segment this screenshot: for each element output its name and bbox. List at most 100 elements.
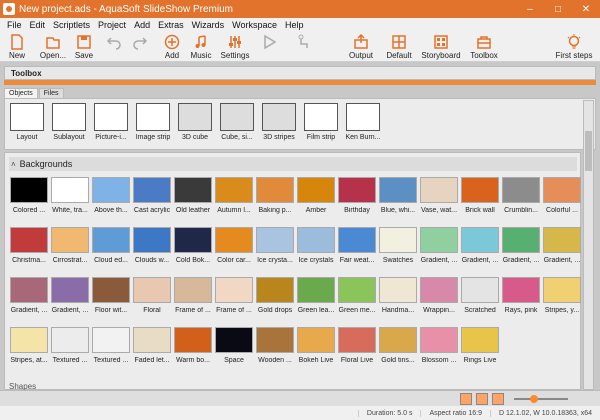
background-item[interactable]: Clouds w... bbox=[132, 227, 172, 271]
gallery-scrollbar[interactable] bbox=[583, 100, 594, 390]
background-item[interactable]: Gradient, ... bbox=[542, 227, 582, 271]
minimize-icon[interactable]: – bbox=[516, 0, 544, 18]
object-ken-burns[interactable]: Ken Burn... bbox=[343, 103, 383, 149]
background-item[interactable]: Swatches bbox=[378, 227, 418, 271]
open-button[interactable]: Open... bbox=[38, 32, 68, 62]
route-button[interactable] bbox=[296, 32, 314, 62]
grid-view-icon[interactable] bbox=[460, 393, 472, 405]
toolbox-button[interactable]: Toolbox bbox=[468, 32, 500, 62]
tab-files[interactable]: Files bbox=[38, 88, 64, 98]
new-button[interactable]: New bbox=[4, 32, 30, 62]
tab-objects[interactable]: Objects bbox=[4, 88, 38, 98]
background-item[interactable]: Crumblin... bbox=[501, 177, 541, 221]
background-item[interactable]: Fair weat... bbox=[337, 227, 377, 271]
menu-edit[interactable]: Edit bbox=[26, 20, 50, 30]
background-item[interactable]: Birthday bbox=[337, 177, 377, 221]
background-item[interactable]: Wooden ... bbox=[255, 327, 295, 371]
background-item[interactable]: Rings Live bbox=[460, 327, 500, 371]
shapes-section-header[interactable]: Shapes bbox=[9, 382, 577, 391]
menu-file[interactable]: File bbox=[3, 20, 26, 30]
background-item[interactable]: Gradient, ... bbox=[501, 227, 541, 271]
add-button[interactable]: Add bbox=[160, 32, 184, 62]
first-steps-button[interactable]: First steps bbox=[554, 32, 594, 62]
background-item[interactable]: Green me... bbox=[337, 277, 377, 321]
background-item[interactable]: Cloud ed... bbox=[91, 227, 131, 271]
default-layout-button[interactable]: Default bbox=[384, 32, 414, 62]
menu-add[interactable]: Add bbox=[130, 20, 154, 30]
object-cube-single[interactable]: Cube, si... bbox=[217, 103, 257, 149]
background-item[interactable]: Old leather bbox=[173, 177, 213, 221]
menu-extras[interactable]: Extras bbox=[154, 20, 188, 30]
menu-project[interactable]: Project bbox=[94, 20, 130, 30]
background-item[interactable]: Gold tins... bbox=[378, 327, 418, 371]
background-item[interactable]: Green lea... bbox=[296, 277, 336, 321]
save-button[interactable]: Save bbox=[72, 32, 96, 62]
background-item[interactable]: Autumn l... bbox=[214, 177, 254, 221]
background-item[interactable]: Ice crystals bbox=[296, 227, 336, 271]
background-item[interactable]: Vase, wat... bbox=[419, 177, 459, 221]
background-item[interactable]: Brick wall bbox=[460, 177, 500, 221]
background-item[interactable]: Colorful ... bbox=[542, 177, 582, 221]
menu-wizards[interactable]: Wizards bbox=[188, 20, 229, 30]
output-button[interactable]: Output bbox=[346, 32, 376, 62]
background-item[interactable]: Faded let... bbox=[132, 327, 172, 371]
list-view-icon[interactable] bbox=[476, 393, 488, 405]
undo-button[interactable] bbox=[104, 32, 124, 62]
background-item[interactable]: Cirrostrat... bbox=[50, 227, 90, 271]
close-icon[interactable]: ✕ bbox=[572, 0, 600, 18]
settings-button[interactable]: Settings bbox=[218, 32, 252, 62]
background-item[interactable]: Gradient, ... bbox=[419, 227, 459, 271]
background-item[interactable]: Handma... bbox=[378, 277, 418, 321]
background-item[interactable]: Blue, whi... bbox=[378, 177, 418, 221]
background-item[interactable]: Blossom ... bbox=[419, 327, 459, 371]
background-item[interactable]: Color car... bbox=[214, 227, 254, 271]
background-item[interactable]: Gradient, ... bbox=[50, 277, 90, 321]
music-button[interactable]: Music bbox=[188, 32, 214, 62]
maximize-icon[interactable]: □ bbox=[544, 0, 572, 18]
background-item[interactable]: Wrappin... bbox=[419, 277, 459, 321]
background-item[interactable]: White, tra... bbox=[50, 177, 90, 221]
background-item[interactable]: Warm bo... bbox=[173, 327, 213, 371]
background-item[interactable]: Christma... bbox=[9, 227, 49, 271]
object-image-strip[interactable]: Image strip bbox=[133, 103, 173, 149]
background-item[interactable]: Gradient, ... bbox=[460, 227, 500, 271]
object-3d-cube[interactable]: 3D cube bbox=[175, 103, 215, 149]
object-film-strip[interactable]: Film strip bbox=[301, 103, 341, 149]
background-item[interactable]: Cold Bok... bbox=[173, 227, 213, 271]
background-item[interactable]: Gradient, ... bbox=[9, 277, 49, 321]
backgrounds-section-header[interactable]: ˄ Backgrounds bbox=[9, 157, 577, 171]
background-item[interactable]: Rays, pink bbox=[501, 277, 541, 321]
object-picture-in-picture[interactable]: Picture-i... bbox=[91, 103, 131, 149]
redo-button[interactable] bbox=[130, 32, 150, 62]
object-layout[interactable]: Layout bbox=[7, 103, 47, 149]
background-item[interactable]: Floor wit... bbox=[91, 277, 131, 321]
menu-scriptlets[interactable]: Scriptlets bbox=[49, 20, 94, 30]
background-item[interactable]: Above th... bbox=[91, 177, 131, 221]
object-3d-stripes[interactable]: 3D stripes bbox=[259, 103, 299, 149]
menu-help[interactable]: Help bbox=[281, 20, 308, 30]
background-item[interactable]: Cast acrylic bbox=[132, 177, 172, 221]
background-item[interactable]: Frame of ... bbox=[173, 277, 213, 321]
background-item[interactable]: Gold drops bbox=[255, 277, 295, 321]
scrollbar-thumb[interactable] bbox=[585, 131, 592, 171]
zoom-knob[interactable] bbox=[530, 395, 538, 403]
background-item[interactable]: Scratched bbox=[460, 277, 500, 321]
background-item[interactable]: Bokeh Live bbox=[296, 327, 336, 371]
background-item[interactable]: Amber bbox=[296, 177, 336, 221]
preview-icon[interactable] bbox=[492, 393, 504, 405]
background-item[interactable]: Frame of ... bbox=[214, 277, 254, 321]
background-item[interactable]: Stripes, y... bbox=[542, 277, 582, 321]
background-item[interactable]: Floral bbox=[132, 277, 172, 321]
background-item[interactable]: Space bbox=[214, 327, 254, 371]
storyboard-button[interactable]: Storyboard bbox=[420, 32, 462, 62]
menu-workspace[interactable]: Workspace bbox=[228, 20, 281, 30]
background-item[interactable]: Stripes, at... bbox=[9, 327, 49, 371]
background-item[interactable]: Colored ... bbox=[9, 177, 49, 221]
background-item[interactable]: Floral Live bbox=[337, 327, 377, 371]
background-item[interactable]: Textured ... bbox=[50, 327, 90, 371]
background-item[interactable]: Textured ... bbox=[91, 327, 131, 371]
object-sublayout[interactable]: Sublayout bbox=[49, 103, 89, 149]
background-item[interactable]: Ice crysta... bbox=[255, 227, 295, 271]
background-item[interactable]: Baking p... bbox=[255, 177, 295, 221]
play-button[interactable] bbox=[260, 32, 278, 62]
